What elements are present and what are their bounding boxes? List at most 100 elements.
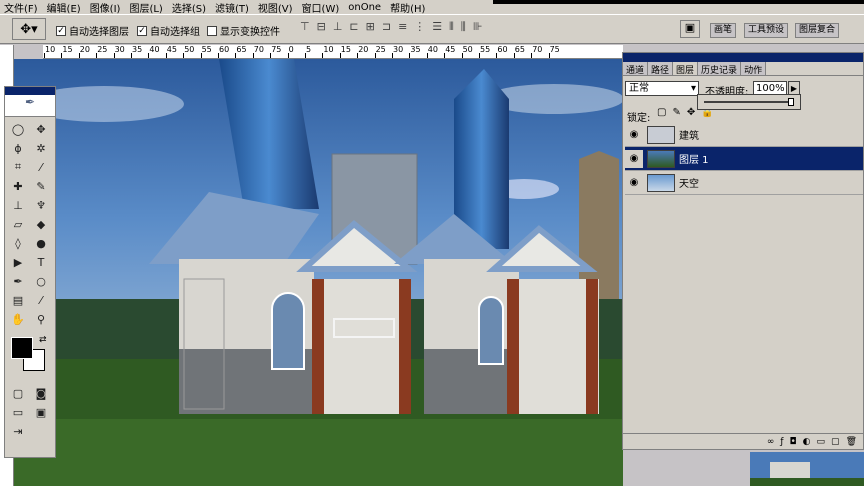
tab-paths[interactable]: 路径 — [648, 62, 674, 76]
foreground-color-swatch[interactable] — [11, 337, 33, 359]
ruler-label: 45 — [445, 45, 456, 54]
lock-transparency-icon[interactable]: ▢ — [657, 107, 666, 118]
quick-mask-icon[interactable]: ◙ — [30, 384, 52, 402]
tab-channels[interactable]: 通道 — [623, 62, 649, 76]
auto-select-group-checkbox[interactable]: ✓ — [137, 25, 147, 36]
tab-history[interactable]: 历史记录 — [698, 62, 742, 76]
align-buttons[interactable]: ⊤ ⊟ ⊥ ⊏ ⊞ ⊐ ≡ ⋮ ☰ ⫴ ⫼ ⊪ — [300, 20, 483, 34]
tab-tool-presets[interactable]: 工具预设 — [744, 23, 789, 38]
align-bottom-icon[interactable]: ⊥ — [333, 20, 344, 34]
paint-bucket-icon[interactable]: ◆ — [30, 215, 52, 233]
new-group-icon[interactable]: ▭ — [817, 437, 826, 447]
eye-icon[interactable]: ◉ — [625, 174, 643, 192]
tool-preset-picker[interactable]: ✥▾ — [12, 18, 46, 40]
new-layer-icon[interactable]: ▢ — [831, 437, 840, 447]
lock-image-icon[interactable]: ✎ — [672, 107, 680, 118]
menu-filter[interactable]: 滤镜(T) — [215, 0, 249, 15]
feather-logo-icon[interactable]: ✒ — [5, 95, 55, 117]
menu-select[interactable]: 选择(S) — [172, 0, 206, 15]
distribute-h-icon[interactable]: ⋮ — [414, 20, 426, 34]
align-center-icon[interactable]: ⊞ — [366, 20, 376, 34]
distribute-space-icon[interactable]: ⫴ — [449, 20, 455, 34]
pen-tool-icon[interactable]: ✒ — [7, 272, 29, 290]
toolbox-title-bar[interactable] — [5, 87, 55, 95]
stamp-tool-icon[interactable]: ⊥ — [7, 196, 29, 214]
document-canvas[interactable] — [14, 59, 623, 486]
distribute-v-icon[interactable]: ☰ — [432, 20, 443, 34]
ruler-label: 75 — [271, 45, 282, 54]
slice-tool-icon[interactable]: ⁄ — [30, 158, 52, 176]
align-top-icon[interactable]: ⊤ — [300, 20, 311, 34]
layer-row[interactable]: ◉ 天空 — [625, 171, 863, 195]
lock-label: 锁定: — [627, 113, 651, 124]
menu-image[interactable]: 图像(I) — [90, 0, 121, 15]
layer-row[interactable]: ◉ 建筑 — [625, 123, 863, 147]
eyedropper-icon[interactable]: ⁄ — [30, 291, 52, 309]
align-middle-icon[interactable]: ⊟ — [317, 20, 327, 34]
hand-tool-icon[interactable]: ✋ — [7, 310, 29, 328]
align-right-icon[interactable]: ⊐ — [382, 20, 392, 34]
screen-mode-icon[interactable]: ▭ — [7, 403, 29, 421]
swap-colors-icon[interactable]: ⇄ — [39, 335, 47, 345]
eye-icon[interactable]: ◉ — [625, 149, 643, 168]
menu-view[interactable]: 视图(V) — [258, 0, 293, 15]
opacity-slider-thumb[interactable] — [788, 98, 794, 106]
magic-wand-icon[interactable]: ✲ — [30, 139, 52, 157]
type-tool-icon[interactable]: T — [30, 253, 52, 271]
history-brush-icon[interactable]: ♆ — [30, 196, 52, 214]
notes-tool-icon[interactable]: ▤ — [7, 291, 29, 309]
tab-layer-comps[interactable]: 图层复合 — [795, 23, 840, 38]
opacity-slider-track[interactable] — [704, 101, 794, 103]
link-layers-icon[interactable]: ∞ — [767, 437, 775, 447]
tab-brushes[interactable]: 画笔 — [710, 23, 737, 38]
opacity-slider-popup[interactable] — [697, 94, 801, 110]
blur-tool-icon[interactable]: ◊ — [7, 234, 29, 252]
trash-icon[interactable]: 🗑 — [846, 437, 857, 447]
show-transform-checkbox[interactable] — [207, 25, 217, 36]
layer-style-icon[interactable]: ƒ — [780, 437, 783, 447]
panel-title-bar[interactable] — [623, 53, 863, 62]
blend-mode-select[interactable]: 正常 ▾ — [625, 81, 699, 96]
lock-position-icon[interactable]: ✥ — [687, 107, 695, 118]
menu-window[interactable]: 窗口(W) — [302, 0, 340, 15]
zoom-tool-icon[interactable]: ⚲ — [30, 310, 52, 328]
show-transform-option[interactable]: 显示变换控件 — [207, 23, 280, 38]
jump-to-icon[interactable]: ⇥ — [7, 422, 29, 440]
auto-select-layer-option[interactable]: ✓ 自动选择图层 — [56, 23, 129, 38]
layer-row-selected[interactable]: ◉ 图层 1 — [625, 147, 863, 171]
canvas-overflow-image — [750, 452, 864, 486]
ruler-label: 75 — [549, 45, 560, 54]
distribute-height-icon[interactable]: ⊪ — [473, 20, 484, 34]
lasso-tool-icon[interactable]: ϕ — [7, 139, 29, 157]
eye-icon[interactable]: ◉ — [625, 126, 643, 144]
tab-actions[interactable]: 动作 — [741, 62, 767, 76]
panel-tabs: 通道 路径 图层 历史记录 动作 — [623, 62, 863, 76]
tab-layers[interactable]: 图层 — [673, 62, 699, 76]
full-screen-icon[interactable]: ▣ — [30, 403, 52, 421]
dodge-tool-icon[interactable]: ● — [30, 234, 52, 252]
menu-file[interactable]: 文件(F) — [4, 0, 38, 15]
brush-tool-icon[interactable]: ✎ — [30, 177, 52, 195]
path-select-icon[interactable]: ▶ — [7, 253, 29, 271]
distribute-icon[interactable]: ≡ — [398, 20, 408, 34]
align-left-icon[interactable]: ⊏ — [349, 20, 359, 34]
menu-help[interactable]: 帮助(H) — [390, 0, 425, 15]
shape-tool-icon[interactable]: ○ — [30, 272, 52, 290]
menu-edit[interactable]: 编辑(E) — [47, 0, 81, 15]
auto-select-group-option[interactable]: ✓ 自动选择组 — [137, 23, 200, 38]
ruler-label: 15 — [340, 45, 351, 54]
crop-tool-icon[interactable]: ⌗ — [7, 158, 29, 176]
layer-mask-icon[interactable]: ◘ — [790, 437, 797, 447]
palette-well-icon[interactable]: ▣ — [680, 20, 700, 38]
menu-layer[interactable]: 图层(L) — [129, 0, 162, 15]
marquee-tool-icon[interactable]: ◯ — [7, 120, 29, 138]
ruler-tick — [61, 53, 63, 58]
eraser-tool-icon[interactable]: ▱ — [7, 215, 29, 233]
adjustment-layer-icon[interactable]: ◐ — [803, 437, 811, 447]
menu-onone[interactable]: onOne — [348, 2, 381, 13]
auto-select-layer-checkbox[interactable]: ✓ — [56, 25, 66, 36]
healing-brush-icon[interactable]: ✚ — [7, 177, 29, 195]
distribute-width-icon[interactable]: ⫼ — [461, 20, 467, 34]
move-tool-icon[interactable]: ✥ — [30, 120, 52, 138]
standard-mode-icon[interactable]: ▢ — [7, 384, 29, 402]
